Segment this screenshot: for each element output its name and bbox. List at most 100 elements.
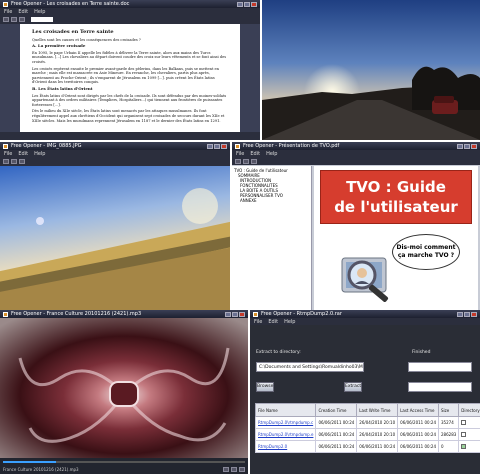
- landscape-photo-image: [0, 166, 230, 310]
- column-header[interactable]: Size: [438, 403, 460, 417]
- toolbar: [232, 157, 480, 165]
- app-icon: [3, 1, 8, 7]
- access-time-cell: 06/06/2011 00:24: [397, 416, 440, 429]
- now-playing: France Culture 20101216 (2421).mp3: [3, 467, 79, 472]
- directory-cell: [458, 440, 480, 453]
- maximize-button[interactable]: [244, 1, 250, 7]
- app-icon: [235, 143, 240, 149]
- menu-file[interactable]: File: [236, 151, 244, 157]
- document-viewer-window: Free Opener - Les croisades en Terre sai…: [0, 0, 260, 140]
- browse-button[interactable]: Browse: [256, 382, 274, 392]
- rotate-left-button[interactable]: [3, 158, 9, 164]
- table-row[interactable]: RtmpDump2.0 06/06/2011 00:24 06/06/2011 …: [254, 440, 480, 453]
- road-photo-image: [262, 0, 480, 140]
- file-name-cell[interactable]: RtmpDump2.0\rtmpdump.e: [254, 428, 317, 441]
- close-button[interactable]: [471, 311, 477, 317]
- directory-checkbox[interactable]: [461, 444, 467, 450]
- titlebar: Free Opener - Présentation de TVO.pdf: [232, 142, 480, 150]
- table-row[interactable]: RtmpDump2.0\rtmpdump.c 06/06/2011 00:24 …: [254, 416, 480, 429]
- write-time-cell: 26/04/2010 20:10: [356, 428, 399, 441]
- column-header[interactable]: File Name: [254, 403, 317, 417]
- tree-item[interactable]: ANNEXE: [234, 198, 309, 203]
- right-panel: [240, 24, 260, 132]
- title-banner: TVO : Guide de l'utilisateur: [320, 170, 472, 224]
- zoom-field[interactable]: [31, 16, 53, 22]
- table-header-row: File Name Creation Time Last Write Time …: [254, 403, 480, 417]
- maximize-button[interactable]: [232, 311, 238, 317]
- directory-field[interactable]: C:\Documents and Settings\Romualdinho03\…: [256, 362, 364, 372]
- access-time-cell: 06/06/2011 00:24: [397, 440, 440, 453]
- zoom-button[interactable]: [251, 158, 257, 164]
- close-button[interactable]: [471, 143, 477, 149]
- maximize-button[interactable]: [464, 143, 470, 149]
- volume-button[interactable]: [239, 467, 245, 472]
- menu-file[interactable]: File: [4, 151, 12, 157]
- maximize-button[interactable]: [214, 143, 220, 149]
- finished-label: Finished: [412, 350, 431, 355]
- section-a-para2: Les croisés repèrent ensuite le premier …: [32, 66, 219, 85]
- creation-time-cell: 06/06/2011 00:24: [315, 428, 358, 441]
- extract-button[interactable]: Extract: [344, 382, 362, 392]
- print-button[interactable]: [11, 16, 17, 22]
- app-icon: [3, 143, 8, 149]
- rotate-right-button[interactable]: [11, 158, 17, 164]
- minimize-button[interactable]: [225, 311, 231, 317]
- creation-time-cell: 06/06/2011 00:24: [315, 440, 358, 453]
- menu-help[interactable]: Help: [284, 319, 295, 325]
- minimize-button[interactable]: [237, 1, 243, 7]
- section-b-para: Les États latins d'Orient sont dirigés p…: [32, 93, 227, 107]
- banner-line-1: TVO : Guide: [346, 178, 446, 196]
- table-row[interactable]: RtmpDump2.0\rtmpdump.e 06/06/2011 00:24 …: [254, 428, 480, 441]
- menubar: File Edit Help: [250, 318, 480, 325]
- column-header[interactable]: Directory: [458, 403, 480, 417]
- open-button[interactable]: [3, 16, 9, 22]
- menu-help[interactable]: Help: [34, 151, 45, 157]
- file-name-cell[interactable]: RtmpDump2.0\rtmpdump.c: [254, 416, 317, 429]
- write-time-cell: 06/06/2011 00:24: [356, 440, 399, 453]
- section-a-heading: A. La première croisade: [32, 43, 86, 49]
- close-button[interactable]: [251, 1, 257, 7]
- titlebar: Free Opener - IMG_0885.JPG: [0, 142, 230, 150]
- player-controls: France Culture 20101216 (2421).mp3: [0, 458, 248, 474]
- play-button[interactable]: [223, 467, 229, 472]
- menu-file[interactable]: File: [254, 319, 262, 325]
- seek-bar[interactable]: [3, 461, 245, 463]
- image-viewer-window: Free Opener - IMG_0885.JPG File Edit Hel…: [0, 142, 230, 310]
- menu-edit[interactable]: Edit: [250, 151, 260, 157]
- zoom-button[interactable]: [19, 16, 25, 22]
- next-page-button[interactable]: [243, 158, 249, 164]
- menu-edit[interactable]: Edit: [268, 319, 278, 325]
- speech-bubble: Dis-moi comment ça marche TVO ?: [392, 234, 460, 270]
- section-a-para: En 1095, le pape Urbain II appelle les f…: [32, 50, 227, 64]
- toolbar: [0, 15, 260, 23]
- file-name-cell[interactable]: RtmpDump2.0: [254, 440, 317, 453]
- menu-edit[interactable]: Edit: [18, 151, 28, 157]
- menu-edit[interactable]: Edit: [18, 9, 28, 15]
- window-title: Free Opener - RtmpDump2.0.rar: [261, 311, 342, 317]
- maximize-button[interactable]: [464, 311, 470, 317]
- menu-file[interactable]: File: [4, 9, 12, 15]
- minimize-button[interactable]: [457, 311, 463, 317]
- close-button[interactable]: [221, 143, 227, 149]
- file-table: File Name Creation Time Last Write Time …: [254, 403, 480, 453]
- stop-button[interactable]: [231, 467, 237, 472]
- directory-checkbox[interactable]: [461, 432, 467, 438]
- road-photo: [262, 0, 480, 140]
- minimize-button[interactable]: [457, 143, 463, 149]
- finished-field: [408, 362, 472, 372]
- close-button[interactable]: [239, 311, 245, 317]
- prev-page-button[interactable]: [235, 158, 241, 164]
- menubar: File Edit Help: [0, 8, 260, 15]
- zoom-in-button[interactable]: [19, 158, 25, 164]
- directory-checkbox[interactable]: [461, 420, 467, 426]
- column-header[interactable]: Last Write Time: [356, 403, 399, 417]
- menu-help[interactable]: Help: [266, 151, 277, 157]
- column-header[interactable]: Last Access Time: [397, 403, 440, 417]
- menu-help[interactable]: Help: [34, 9, 45, 15]
- column-header[interactable]: Creation Time: [315, 403, 358, 417]
- doc-question: Quelles sont les causes et les conséquen…: [32, 37, 141, 42]
- menubar: File Edit Help: [0, 150, 230, 157]
- toolbar: [0, 157, 230, 165]
- archive-extractor-window: Free Opener - RtmpDump2.0.rar File Edit …: [250, 310, 480, 474]
- minimize-button[interactable]: [207, 143, 213, 149]
